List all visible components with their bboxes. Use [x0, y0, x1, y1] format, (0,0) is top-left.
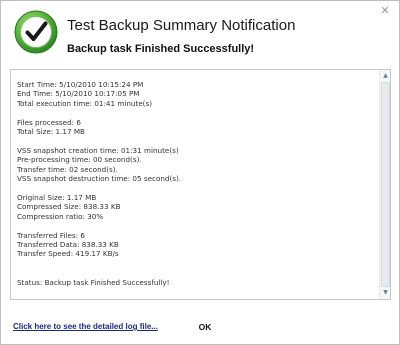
log-line: Transferred Files: 6 — [17, 230, 85, 240]
scroll-up-icon[interactable]: ▲ — [381, 71, 390, 81]
log-line: Transfer Speed: 419.17 KB/s — [17, 249, 119, 259]
scroll-thumb[interactable] — [381, 82, 390, 287]
vertical-scrollbar[interactable]: ▲ ▼ — [379, 70, 390, 299]
log-line: Transferred Data: 838.33 KB — [17, 239, 119, 249]
log-line: End Time: 5/10/2010 10:17:05 PM — [17, 89, 140, 99]
notification-window: ✕ Test Backup Summary Notification Backu… — [0, 0, 400, 345]
log-line: Status: Backup task Finished Successfull… — [17, 277, 170, 287]
window-subtitle: Backup task Finished Successfully! — [67, 43, 255, 55]
log-line: Files processed: 6 — [17, 117, 81, 127]
log-line: VSS snapshot creation time: 01:31 minute… — [17, 145, 179, 155]
log-line: Total execution time: 01:41 minute(s) — [17, 98, 153, 108]
log-line: Compressed Size: 838.33 KB — [17, 202, 121, 212]
success-check-icon — [14, 10, 58, 54]
scroll-down-icon[interactable]: ▼ — [381, 288, 390, 298]
log-line: Pre-processing time: 00 second(s). — [17, 155, 142, 165]
log-content: Start Time: 5/10/2010 10:15:24 PM End Tim… — [17, 80, 373, 287]
log-line: Transfer time: 02 second(s). — [17, 164, 118, 174]
close-icon[interactable]: ✕ — [378, 4, 392, 18]
log-line: Compression ratio: 30% — [17, 211, 104, 221]
window-title: Test Backup Summary Notification — [67, 17, 296, 34]
log-line: VSS snapshot destruction time: 05 second… — [17, 174, 182, 184]
log-text-area[interactable]: Start Time: 5/10/2010 10:15:24 PM End Tim… — [10, 69, 391, 300]
log-line: Total Size: 1.17 MB — [17, 127, 85, 137]
ok-button[interactable]: OK — [194, 321, 216, 333]
log-line: Original Size: 1.17 MB — [17, 192, 97, 202]
log-line: Start Time: 5/10/2010 10:15:24 PM — [17, 80, 144, 89]
detailed-log-link[interactable]: Click here to see the detailed log file.… — [13, 322, 158, 331]
